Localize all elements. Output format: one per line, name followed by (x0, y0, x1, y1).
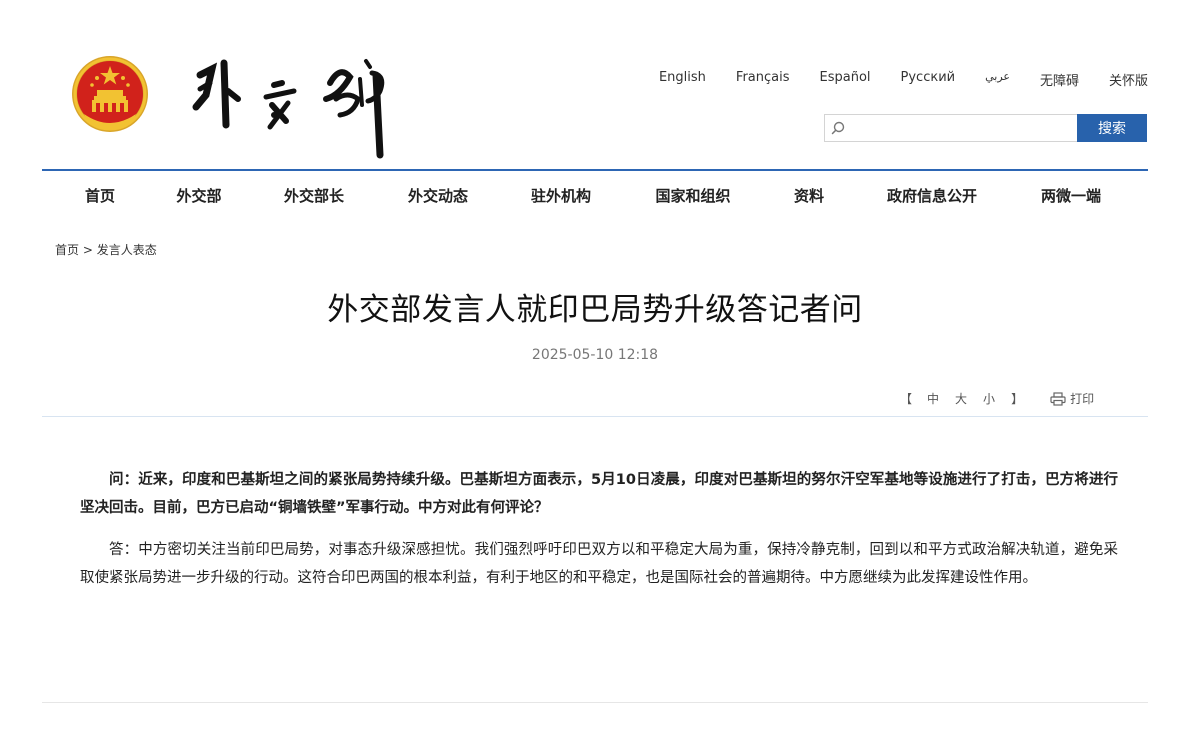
article-date: 2025-05-10 12:18 (531, 347, 659, 363)
lang-english[interactable]: English (659, 70, 706, 89)
nav-item-countries-organizations[interactable]: 国家和组织 (655, 185, 730, 206)
lang-spanish[interactable]: Español (820, 70, 871, 89)
nav-item-missions-abroad[interactable]: 驻外机构 (531, 185, 591, 206)
nav-item-resources[interactable]: 资料 (794, 185, 824, 206)
article-tools: 【 中 大 小 】 打印 (900, 390, 1094, 407)
footer-divider (42, 702, 1148, 703)
nav-item-ministry[interactable]: 外交部 (176, 185, 221, 206)
language-bar: English Français Español Русский عربي 无障… (659, 70, 1148, 89)
site-calligraphy-logo[interactable] (190, 55, 405, 160)
font-size-bracket-close: 】 (1011, 392, 1024, 406)
search-input[interactable] (825, 115, 1077, 141)
font-size-large[interactable]: 大 (955, 390, 967, 407)
nav-item-info-disclosure[interactable]: 政府信息公开 (887, 185, 977, 206)
accessibility-link[interactable]: 无障碍 (1040, 70, 1079, 89)
article-title: 外交部发言人就印巴局势升级答记者问 (327, 292, 863, 328)
main-nav: 首页 外交部 外交部长 外交动态 驻外机构 国家和组织 资料 政府信息公开 两微… (42, 171, 1148, 217)
breadcrumb: 首页 > 发言人表态 (55, 241, 157, 258)
article-answer: 答：中方密切关注当前印巴局势，对事态升级深感担忧。我们强烈呼吁印巴双方以和平稳定… (80, 542, 1118, 586)
print-button[interactable]: 打印 (1050, 390, 1094, 407)
search-bar: 搜索 (824, 114, 1147, 142)
article-question: 问：近来，印度和巴基斯坦之间的紧张局势持续升级。巴基斯坦方面表示，5月10日凌晨… (80, 472, 1118, 516)
font-size-bracket-open: 【 (900, 392, 913, 406)
nav-item-minister[interactable]: 外交部长 (284, 185, 344, 206)
font-size-selector: 【 中 大 小 】 (900, 390, 1038, 407)
font-size-medium[interactable]: 中 (927, 390, 939, 407)
search-icon (831, 121, 845, 135)
lang-arabic[interactable]: عربي (985, 70, 1010, 89)
breadcrumb-home[interactable]: 首页 (55, 243, 79, 257)
print-label: 打印 (1070, 392, 1095, 406)
search-button[interactable]: 搜索 (1077, 114, 1147, 142)
lang-french[interactable]: Français (736, 70, 790, 89)
lang-russian[interactable]: Русский (901, 70, 956, 89)
printer-icon (1050, 391, 1066, 406)
search-box (824, 114, 1077, 142)
article-body: 问：近来，印度和巴基斯坦之间的紧张局势持续升级。巴基斯坦方面表示，5月10日凌晨… (80, 466, 1118, 606)
nav-item-diplomatic-news[interactable]: 外交动态 (408, 185, 468, 206)
care-mode-link[interactable]: 关怀版 (1109, 70, 1148, 89)
article-divider (42, 416, 1148, 417)
national-emblem-icon[interactable] (70, 54, 150, 136)
breadcrumb-separator: > (82, 243, 93, 257)
font-size-small[interactable]: 小 (983, 390, 995, 407)
nav-item-home[interactable]: 首页 (85, 185, 115, 206)
breadcrumb-current[interactable]: 发言人表态 (97, 243, 157, 257)
nav-item-social-media[interactable]: 两微一端 (1041, 185, 1101, 206)
